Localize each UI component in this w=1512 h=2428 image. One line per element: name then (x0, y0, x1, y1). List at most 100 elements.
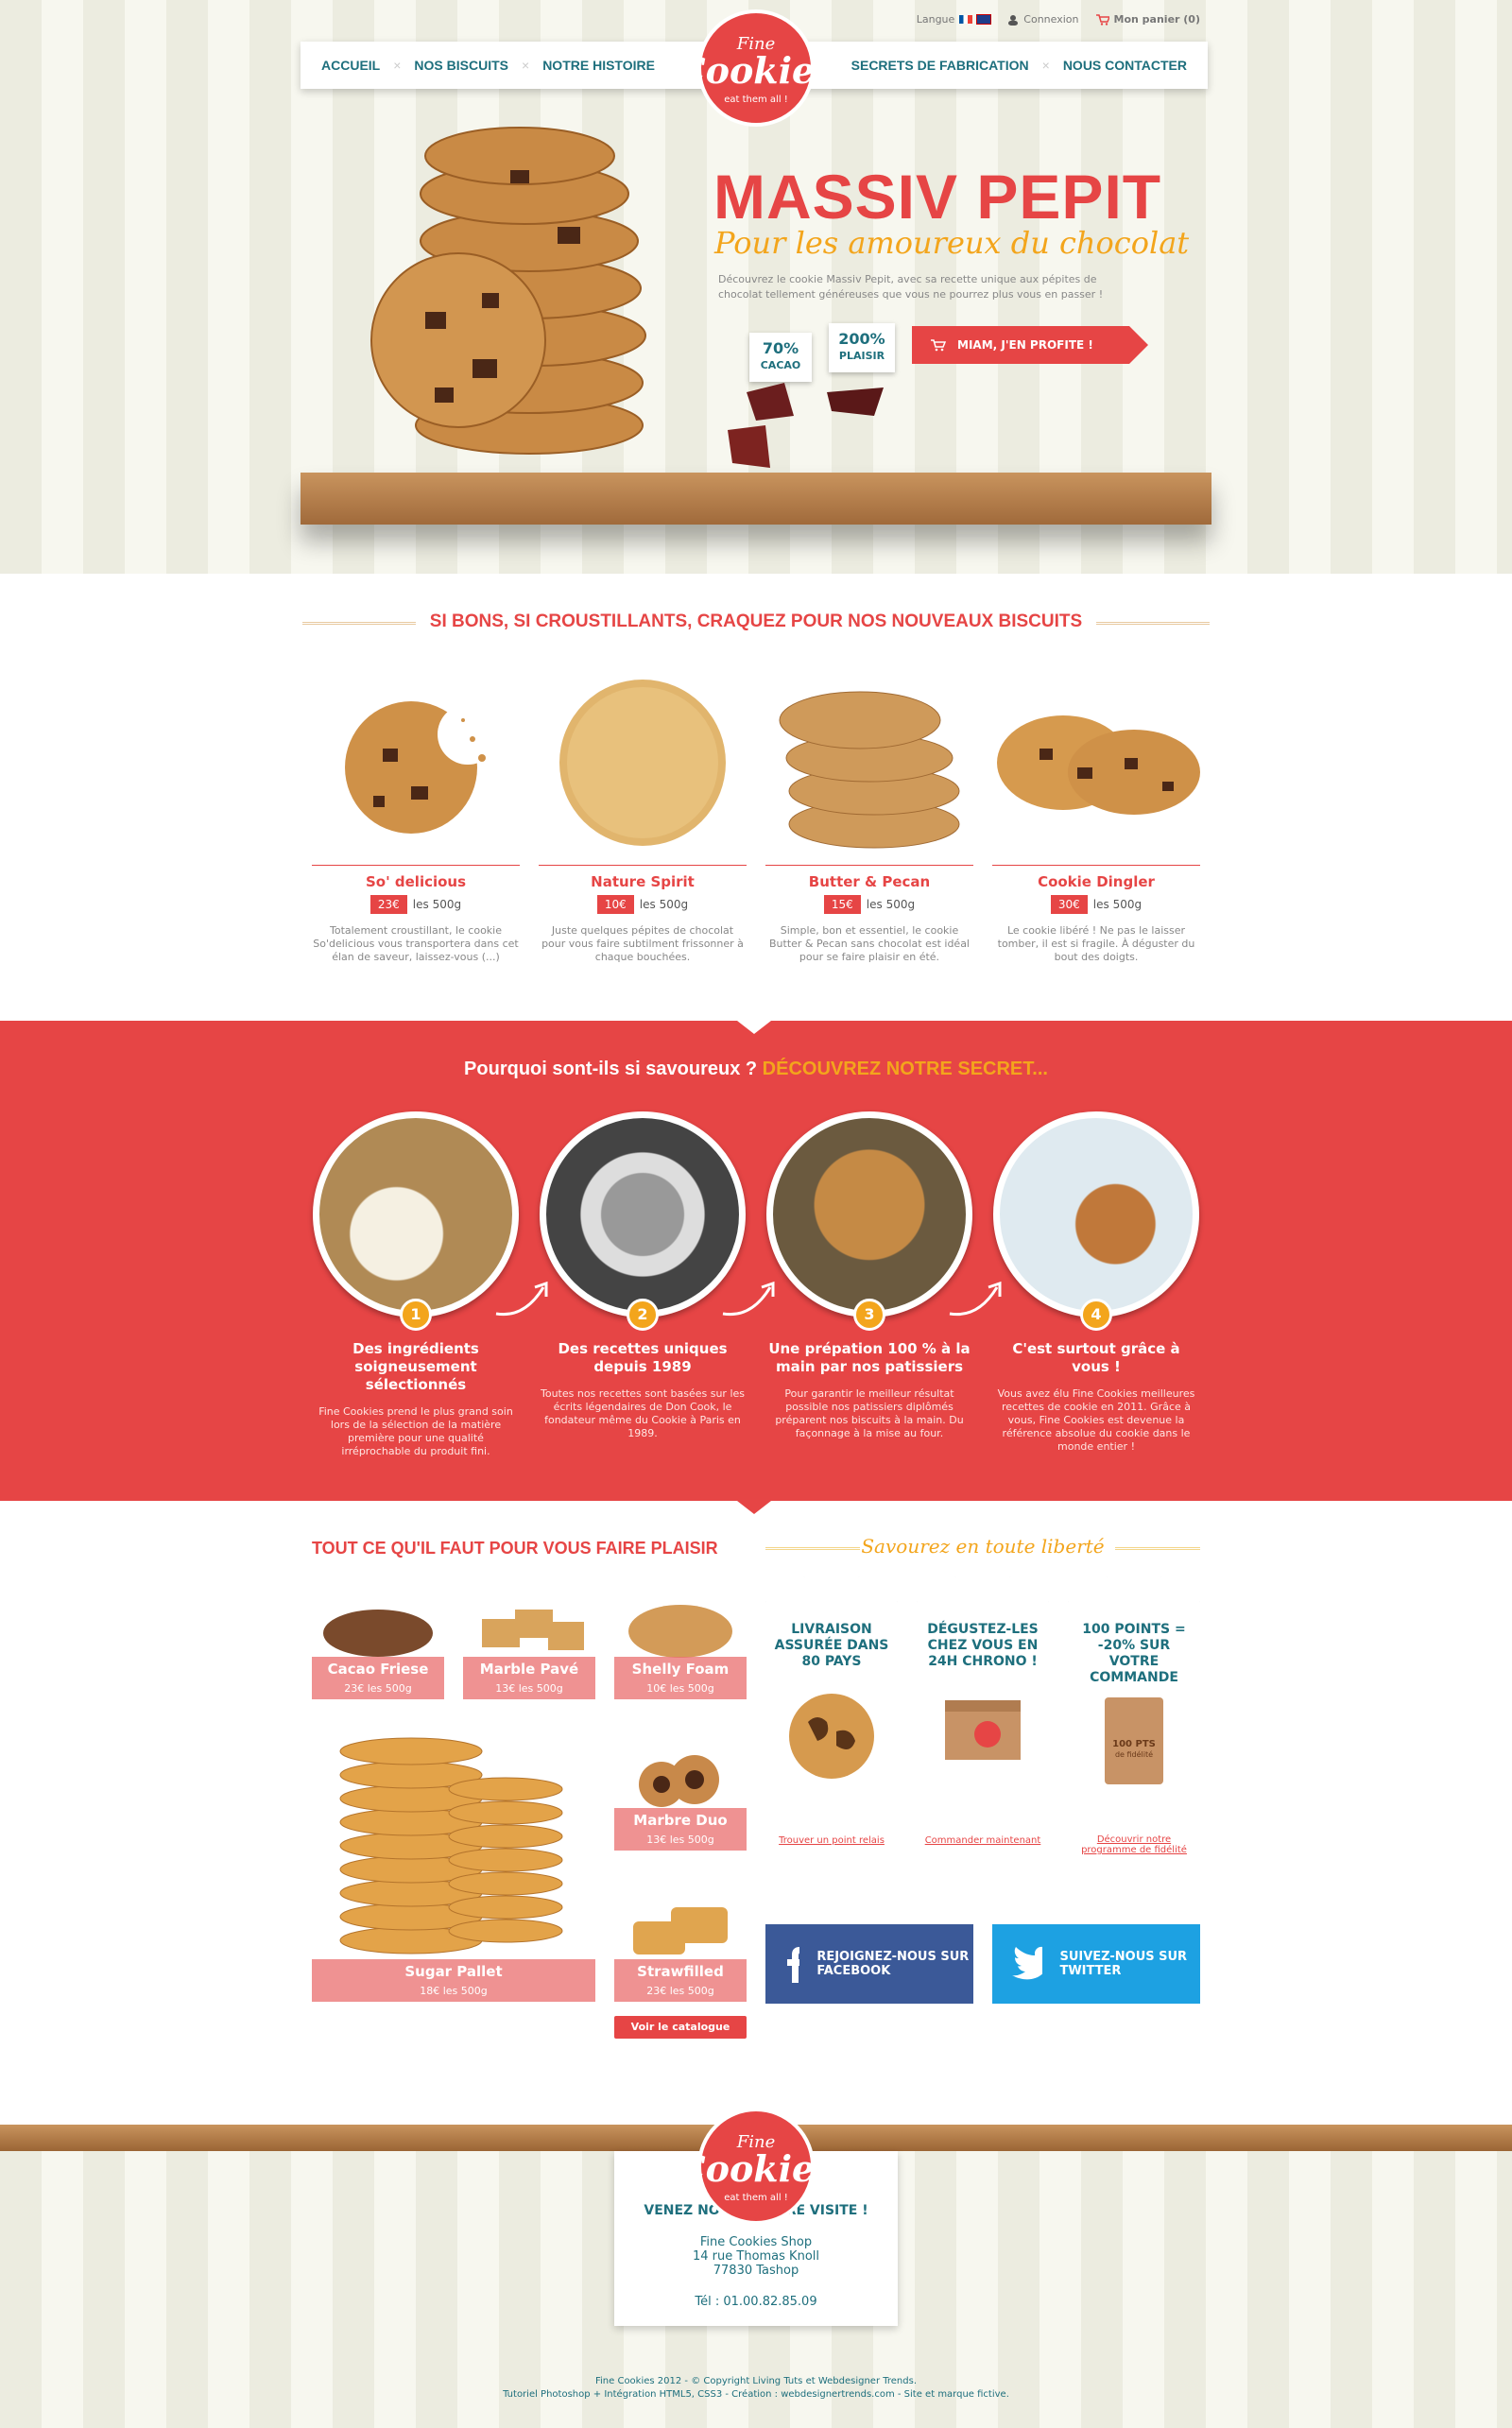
all-products-title: TOUT CE QU'IL FAUT POUR VOUS FAIRE PLAIS… (312, 1539, 718, 1558)
phone-number: Tél : 01.00.82.85.09 (695, 2295, 817, 2309)
footer-logo[interactable]: Fine Cookies eat them all ! (673, 2106, 839, 2227)
login-link[interactable]: Connexion (1007, 13, 1079, 26)
nav-accueil[interactable]: ACCUEIL (321, 58, 380, 73)
cart-link[interactable]: Mon panier (0) (1095, 13, 1201, 26)
item-label: Sugar Pallet 18€ les 500g (312, 1959, 595, 2002)
step-title: Une prépation 100 % à la main par nos pa… (768, 1340, 971, 1375)
address: Fine Cookies Shop 14 rue Thomas Knoll 7783… (614, 2235, 898, 2278)
catalogue-item[interactable]: Strawfilled 23€ les 500g (614, 1898, 747, 2002)
divider (1115, 1547, 1200, 1550)
baked-cookies-image (766, 1111, 972, 1317)
twitter-button[interactable]: SUIVEZ-NOUS SUR TWITTER (992, 1924, 1200, 2004)
service-tag: DÉGUSTEZ-LES CHEZ VOUS EN 24H CHRONO ! C… (917, 1576, 1049, 1898)
item-name: Shelly Foam (631, 1661, 730, 1678)
step-title: Des recettes uniques depuis 1989 (558, 1340, 728, 1375)
item-name: Strawfilled (637, 1963, 724, 1980)
nav-secrets-de-fabrication[interactable]: SECRETS DE FABRICATION (851, 58, 1029, 73)
product-price: 23€ les 500g (312, 895, 520, 914)
product-name: Cookie Dingler (992, 865, 1200, 890)
language-selector[interactable]: Langue (916, 13, 992, 26)
product-image (323, 1610, 433, 1657)
cart-label: Mon panier (0) (1113, 13, 1201, 26)
product-image (339, 1737, 563, 1954)
loyalty-card-icon: 100 PTS de fidélité (1105, 1697, 1163, 1784)
world-cookie-icon (789, 1694, 874, 1779)
secret-section: Pourquoi sont-ils si savoureux ? DÉCOUVR… (0, 1021, 1512, 1514)
nav-separator: × (1041, 58, 1050, 73)
chef-image (540, 1111, 746, 1317)
item-name: Marbre Duo (633, 1812, 728, 1829)
catalogue-item[interactable]: Marbre Duo 13€ les 500g (614, 1747, 747, 1851)
item-label: Shelly Foam 10€ les 500g (614, 1657, 747, 1699)
hero-section: Langue Connexion Mon panier (0) ACCUEIL ×… (0, 0, 1512, 574)
product-card[interactable]: Cookie Dingler 30€ les 500g Le cookie lib… (992, 668, 1200, 964)
service-title: DÉGUSTEZ-LES CHEZ VOUS EN 24H CHRONO ! (927, 1622, 1039, 1669)
credits-line: Tutoriel Photoshop + Intégration HTML5, … (503, 2389, 1009, 2400)
product-description: Totalement croustillant, le cookie So'de… (313, 924, 519, 963)
divider (765, 1547, 860, 1550)
language-label: Langue (916, 13, 955, 26)
secret-question: Pourquoi sont-ils si savoureux ? (464, 1059, 758, 1079)
catalogue-item[interactable]: Marble Pavé 13€ les 500g (463, 1595, 595, 1699)
address-line: 77830 Tashop (713, 2264, 799, 2278)
step-description: Pour garantir le meilleur résultat possi… (775, 1387, 964, 1439)
catalogue-item-featured[interactable]: Sugar Pallet 18€ les 500g (312, 1723, 595, 2002)
product-name: Butter & Pecan (765, 865, 973, 890)
plaisir-tag-value: 200% (838, 330, 885, 348)
cacao-tag-label: CACAO (760, 359, 801, 371)
price-badge: 23€ (369, 895, 407, 914)
item-price: 23€ les 500g (646, 1985, 714, 1997)
chocolate-pieces-image (728, 383, 884, 468)
logo-tagline: eat them all ! (724, 95, 788, 105)
product-image (992, 668, 1200, 857)
logo-tagline: eat them all ! (724, 2193, 788, 2203)
flag-uk-icon[interactable] (976, 14, 992, 25)
view-catalogue-button[interactable]: Voir le catalogue (614, 2016, 747, 2039)
service-link[interactable]: Commander maintenant (917, 1835, 1049, 1846)
product-card[interactable]: Nature Spirit 10€ les 500g Juste quelques… (539, 668, 747, 964)
flour-wheat-image (313, 1111, 519, 1317)
product-card[interactable]: So' delicious 23€ les 500g Totalement cro… (312, 668, 520, 964)
product-description: Simple, bon et essentiel, le cookie Butt… (769, 924, 970, 963)
plaisir-tag-label: PLAISIR (838, 350, 885, 362)
cookie-stack-image (370, 127, 646, 455)
nav-nos-biscuits[interactable]: NOS BISCUITS (414, 58, 508, 73)
services-script-label: Savourez en toute liberté (861, 1535, 1105, 1558)
product-image (633, 1907, 728, 1954)
secret-highlight: DÉCOUVREZ NOTRE SECRET... (762, 1059, 1048, 1079)
service-link[interactable]: Découvrir notre programme de fidélité (1068, 1834, 1200, 1855)
new-biscuits-title: SI BONS, SI CROUSTILLANTS, CRAQUEZ POUR … (302, 611, 1210, 632)
catalogue-item[interactable]: Shelly Foam 10€ les 500g (614, 1595, 747, 1699)
legal-text: Fine Cookies 2012 - © Copyright Living T… (0, 2375, 1512, 2402)
cart-icon (1095, 13, 1109, 26)
product-price: 15€ les 500g (765, 895, 973, 914)
section-notch (737, 1021, 771, 1034)
nav-separator: × (522, 58, 530, 73)
twitter-label: SUIVEZ-NOUS SUR TWITTER (1059, 1950, 1188, 1978)
secret-step: 2 Des recettes uniques depuis 1989 Toute… (539, 1111, 747, 1440)
step-number: 4 (1080, 1299, 1112, 1331)
facebook-button[interactable]: REJOIGNEZ-NOUS SUR FACEBOOK (765, 1924, 973, 2004)
item-price: 10€ les 500g (646, 1682, 714, 1695)
cta-label: MIAM, J'EN PROFITE ! (957, 338, 1093, 352)
cart-icon (931, 339, 946, 352)
item-price: 13€ les 500g (646, 1834, 714, 1846)
copyright-line: Fine Cookies 2012 - © Copyright Living T… (594, 2376, 917, 2386)
cta-button[interactable]: MIAM, J'EN PROFITE ! (912, 326, 1148, 364)
catalogue-item[interactable]: Cacao Friese 23€ les 500g (312, 1595, 444, 1699)
hero-description: Découvrez le cookie Massiv Pepit, avec s… (718, 273, 1104, 301)
secret-step: 1 Des ingrédients soigneusement sélectio… (312, 1111, 520, 1458)
step-description: Toutes nos recettes sont basées sur les … (540, 1387, 745, 1439)
flag-fr-icon[interactable] (959, 15, 973, 24)
item-label: Marbre Duo 13€ les 500g (614, 1808, 747, 1851)
box-icon (945, 1700, 1021, 1760)
fine-cookies-logo[interactable]: Fine Cookies eat them all ! (673, 8, 839, 129)
product-name: Nature Spirit (539, 865, 747, 890)
nav-nous-contacter[interactable]: NOUS CONTACTER (1063, 58, 1187, 73)
nav-notre-histoire[interactable]: NOTRE HISTOIRE (542, 58, 655, 73)
service-link[interactable]: Trouver un point relais (765, 1835, 898, 1846)
step-title: C'est surtout grâce à vous ! (1012, 1340, 1180, 1375)
product-card[interactable]: Butter & Pecan 15€ les 500g Simple, bon e… (765, 668, 973, 964)
arrow-icon (722, 1281, 775, 1317)
wooden-shelf (301, 473, 1211, 525)
